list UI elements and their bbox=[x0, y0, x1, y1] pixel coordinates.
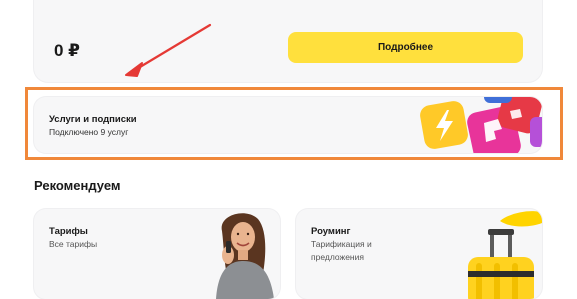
roaming-subtitle: Тарификация и предложения bbox=[311, 239, 372, 262]
recommend-heading: Рекомендуем bbox=[34, 178, 121, 193]
tariffs-title: Тарифы bbox=[49, 226, 88, 237]
services-highlight-frame bbox=[25, 87, 563, 160]
roaming-title: Роуминг bbox=[311, 226, 351, 237]
tariffs-subtitle: Все тарифы bbox=[49, 239, 98, 249]
details-button[interactable]: Подробнее bbox=[288, 32, 523, 63]
balance-card: 0 ₽ Подробнее bbox=[34, 0, 542, 82]
balance-amount: 0 ₽ bbox=[54, 41, 81, 60]
